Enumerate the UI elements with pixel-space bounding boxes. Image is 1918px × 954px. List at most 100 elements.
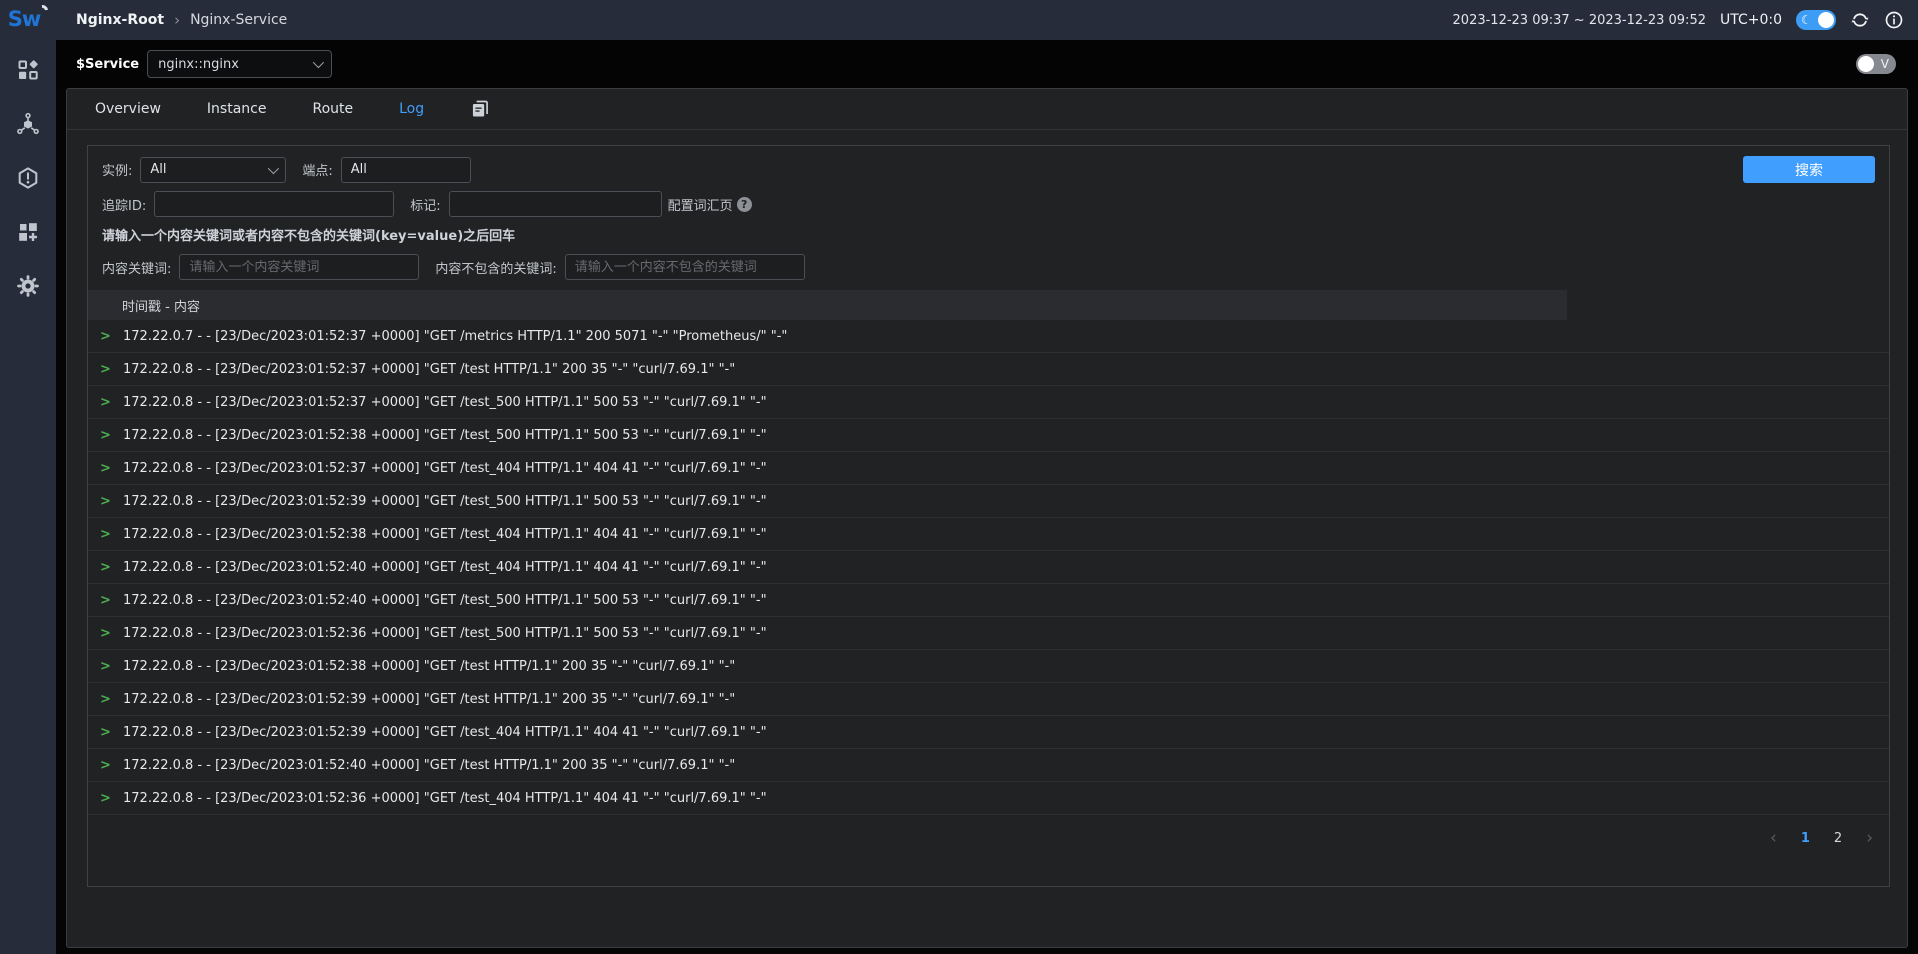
log-row[interactable]: >172.22.0.8 - - [23/Dec/2023:01:52:39 +0… xyxy=(88,485,1889,518)
expand-arrow-icon[interactable]: > xyxy=(100,494,110,509)
dashboard-panel: Overview Instance Route Log 实例: All xyxy=(66,88,1908,948)
time-range-picker[interactable]: 2023-12-23 09:37 ~ 2023-12-23 09:52 xyxy=(1453,13,1706,28)
tab-log[interactable]: Log xyxy=(399,101,424,117)
instance-label: 实例: xyxy=(102,160,132,179)
exclude-keyword-input[interactable] xyxy=(565,254,805,280)
log-line: 172.22.0.8 - - [23/Dec/2023:01:52:37 +00… xyxy=(123,362,735,377)
log-row[interactable]: >172.22.0.8 - - [23/Dec/2023:01:52:38 +0… xyxy=(88,518,1889,551)
log-row[interactable]: >172.22.0.8 - - [23/Dec/2023:01:52:37 +0… xyxy=(88,353,1889,386)
breadcrumb-root[interactable]: Nginx-Root xyxy=(76,12,164,28)
log-row[interactable]: >172.22.0.8 - - [23/Dec/2023:01:52:39 +0… xyxy=(88,716,1889,749)
filter-row-3: 内容关键词: 内容不包含的关键词: xyxy=(102,254,1875,280)
top-bar: Nginx-Root › Nginx-Service 2023-12-23 09… xyxy=(56,0,1918,40)
log-line: 172.22.0.8 - - [23/Dec/2023:01:52:39 +00… xyxy=(123,692,735,707)
expand-arrow-icon[interactable]: > xyxy=(100,659,110,674)
endpoint-input[interactable] xyxy=(341,157,471,183)
skywalking-app: Sw xyxy=(0,0,1918,954)
alerting-icon[interactable] xyxy=(16,166,40,190)
expand-arrow-icon[interactable]: > xyxy=(100,428,110,443)
logo-text: Sw xyxy=(8,7,41,31)
trace-id-input[interactable] xyxy=(154,191,394,217)
log-row[interactable]: >172.22.0.7 - - [23/Dec/2023:01:52:37 +0… xyxy=(88,320,1889,353)
timezone-label: UTC+0:0 xyxy=(1720,12,1782,28)
expand-arrow-icon[interactable]: > xyxy=(100,725,110,740)
dark-mode-toggle[interactable]: ☾ xyxy=(1796,10,1836,30)
service-select[interactable]: nginx::nginx xyxy=(147,50,332,78)
log-row[interactable]: >172.22.0.8 - - [23/Dec/2023:01:52:36 +0… xyxy=(88,782,1889,815)
tab-bar: Overview Instance Route Log xyxy=(67,89,1907,130)
sidebar-nav xyxy=(16,58,40,298)
include-keyword-input[interactable] xyxy=(179,254,419,280)
service-bar: $Service nginx::nginx V xyxy=(56,40,1918,88)
search-button[interactable]: 搜索 xyxy=(1743,156,1875,183)
trace-id-label: 追踪ID: xyxy=(102,195,146,214)
log-row[interactable]: >172.22.0.8 - - [23/Dec/2023:01:52:38 +0… xyxy=(88,419,1889,452)
help-icon[interactable]: ? xyxy=(737,197,752,212)
log-line: 172.22.0.8 - - [23/Dec/2023:01:52:38 +00… xyxy=(123,659,735,674)
expand-arrow-icon[interactable]: > xyxy=(100,461,110,476)
log-line: 172.22.0.8 - - [23/Dec/2023:01:52:39 +00… xyxy=(123,725,767,740)
page-2-button[interactable]: 2 xyxy=(1834,831,1842,846)
log-row[interactable]: >172.22.0.8 - - [23/Dec/2023:01:52:39 +0… xyxy=(88,683,1889,716)
filter-row-2: 追踪ID: 标记: 配置词汇页 ? xyxy=(102,191,1875,217)
expand-arrow-icon[interactable]: > xyxy=(100,791,110,806)
log-table-header-label: 时间戳 - 内容 xyxy=(88,296,200,315)
tag-label: 标记: xyxy=(410,195,440,214)
config-vocab: 配置词汇页 ? xyxy=(668,195,752,214)
tag-input[interactable] xyxy=(449,191,662,217)
log-row[interactable]: >172.22.0.8 - - [23/Dec/2023:01:52:36 +0… xyxy=(88,617,1889,650)
prev-page-icon[interactable]: ‹ xyxy=(1770,830,1777,847)
log-table-header: 时间戳 - 内容 xyxy=(88,290,1567,320)
log-line: 172.22.0.8 - - [23/Dec/2023:01:52:39 +00… xyxy=(123,494,767,509)
log-line: 172.22.0.8 - - [23/Dec/2023:01:52:38 +00… xyxy=(123,428,767,443)
log-row[interactable]: >172.22.0.8 - - [23/Dec/2023:01:52:38 +0… xyxy=(88,650,1889,683)
expand-arrow-icon[interactable]: > xyxy=(100,329,110,344)
tab-route[interactable]: Route xyxy=(312,101,353,117)
log-line: 172.22.0.8 - - [23/Dec/2023:01:52:40 +00… xyxy=(123,758,735,773)
toggle-knob xyxy=(1818,12,1834,28)
tab-instance[interactable]: Instance xyxy=(207,101,267,117)
tab-overview[interactable]: Overview xyxy=(95,101,161,117)
toggle-knob xyxy=(1858,56,1874,72)
expand-arrow-icon[interactable]: > xyxy=(100,593,110,608)
info-icon[interactable] xyxy=(1884,10,1904,30)
config-vocab-link[interactable]: 配置词汇页 xyxy=(668,195,733,214)
refresh-icon[interactable] xyxy=(1850,10,1870,30)
page-1-button[interactable]: 1 xyxy=(1801,831,1810,846)
expand-arrow-icon[interactable]: > xyxy=(100,362,110,377)
expand-arrow-icon[interactable]: > xyxy=(100,758,110,773)
log-row[interactable]: >172.22.0.8 - - [23/Dec/2023:01:52:37 +0… xyxy=(88,386,1889,419)
log-line: 172.22.0.8 - - [23/Dec/2023:01:52:36 +00… xyxy=(123,791,767,806)
log-line: 172.22.0.8 - - [23/Dec/2023:01:52:37 +00… xyxy=(123,395,767,410)
expand-arrow-icon[interactable]: > xyxy=(100,527,110,542)
topbar-controls: 2023-12-23 09:37 ~ 2023-12-23 09:52 UTC+… xyxy=(1453,10,1904,30)
sidebar: Sw xyxy=(0,0,56,954)
log-table: 时间戳 - 内容 >172.22.0.7 - - [23/Dec/2023:01… xyxy=(88,290,1889,815)
expand-arrow-icon[interactable]: > xyxy=(100,692,110,707)
topology-icon[interactable] xyxy=(16,112,40,136)
expand-arrow-icon[interactable]: > xyxy=(100,395,110,410)
moon-icon: ☾ xyxy=(1801,14,1812,26)
expand-arrow-icon[interactable]: > xyxy=(100,560,110,575)
copy-icon[interactable] xyxy=(470,99,490,119)
marketplace-icon[interactable] xyxy=(16,58,40,82)
log-row[interactable]: >172.22.0.8 - - [23/Dec/2023:01:52:37 +0… xyxy=(88,452,1889,485)
log-row[interactable]: >172.22.0.8 - - [23/Dec/2023:01:52:40 +0… xyxy=(88,551,1889,584)
log-line: 172.22.0.8 - - [23/Dec/2023:01:52:40 +00… xyxy=(123,560,767,575)
log-line: 172.22.0.7 - - [23/Dec/2023:01:52:37 +00… xyxy=(123,329,787,344)
dashboards-icon[interactable] xyxy=(16,220,40,244)
settings-gear-icon[interactable] xyxy=(16,274,40,298)
instance-select[interactable]: All xyxy=(140,157,286,183)
log-row[interactable]: >172.22.0.8 - - [23/Dec/2023:01:52:40 +0… xyxy=(88,584,1889,617)
log-line: 172.22.0.8 - - [23/Dec/2023:01:52:38 +00… xyxy=(123,527,767,542)
breadcrumb-leaf[interactable]: Nginx-Service xyxy=(190,12,287,28)
version-toggle[interactable]: V xyxy=(1856,54,1896,74)
log-row[interactable]: >172.22.0.8 - - [23/Dec/2023:01:52:40 +0… xyxy=(88,749,1889,782)
skywalking-logo[interactable]: Sw xyxy=(8,0,49,40)
breadcrumb-chevron-icon: › xyxy=(174,11,180,29)
pagination: ‹ 1 2 › xyxy=(88,815,1889,861)
log-line: 172.22.0.8 - - [23/Dec/2023:01:52:37 +00… xyxy=(123,461,767,476)
next-page-icon[interactable]: › xyxy=(1866,830,1873,847)
expand-arrow-icon[interactable]: > xyxy=(100,626,110,641)
chevron-down-icon xyxy=(268,162,279,173)
